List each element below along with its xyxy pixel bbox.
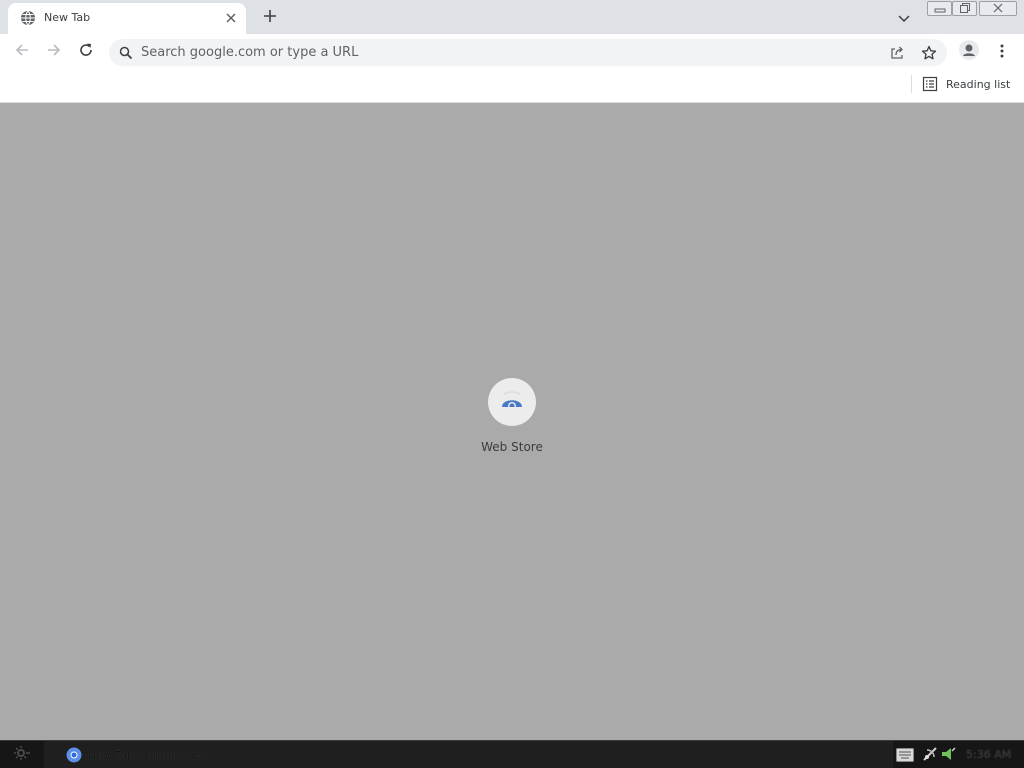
avatar-icon: [959, 40, 979, 64]
start-menu-button[interactable]: [0, 741, 44, 768]
close-window-button[interactable]: [979, 1, 1017, 16]
network-icon[interactable]: [921, 745, 939, 763]
arrow-right-icon: [46, 42, 62, 62]
forward-button[interactable]: [42, 40, 66, 64]
shortcut-icon-circle: [488, 378, 536, 426]
profile-button[interactable]: [957, 40, 981, 64]
search-icon: [119, 45, 133, 60]
system-tray: 5:36 AM: [893, 741, 1024, 768]
bookmark-star-icon[interactable]: [919, 43, 939, 63]
volume-icon[interactable]: [940, 745, 956, 763]
plus-icon: [263, 8, 277, 27]
tab-search-button[interactable]: [893, 7, 915, 27]
tab-new-tab[interactable]: New Tab: [8, 3, 246, 34]
clock: 5:36 AM: [966, 748, 1012, 761]
minimize-icon: [934, 0, 946, 18]
omnibox[interactable]: [109, 39, 947, 66]
taskbar-item-label: New Tab - Chromium: [88, 748, 203, 762]
kebab-menu-icon: [1000, 43, 1004, 62]
keyboard-icon[interactable]: [896, 747, 914, 762]
taskbar: New Tab - Chromium 5:36 AM: [0, 740, 1024, 768]
globe-icon: [20, 10, 36, 26]
arrow-left-icon: [14, 42, 30, 62]
new-tab-page: Web Store: [0, 103, 1024, 740]
web-store-icon: [499, 387, 525, 417]
bookmarks-bar: Reading list: [0, 70, 1024, 103]
new-tab-button[interactable]: [258, 6, 282, 28]
close-tab-icon[interactable]: [222, 9, 240, 27]
reading-list-label: Reading list: [946, 77, 1011, 91]
shortcut-label: Web Store: [481, 440, 543, 454]
reload-button[interactable]: [74, 40, 98, 64]
toolbar: [0, 34, 1024, 70]
minimize-window-button[interactable]: [927, 1, 952, 16]
share-icon[interactable]: [887, 43, 907, 63]
restore-icon: [959, 0, 971, 18]
back-button[interactable]: [10, 40, 34, 64]
bookmarks-separator: [911, 75, 912, 93]
tab-strip: New Tab: [0, 0, 1024, 34]
close-icon: [992, 0, 1004, 18]
chevron-down-icon: [898, 8, 910, 27]
reload-icon: [78, 42, 94, 62]
browser-menu-button[interactable]: [990, 40, 1014, 64]
shortcut-web-store[interactable]: Web Store: [471, 375, 553, 461]
maximize-window-button[interactable]: [952, 1, 977, 16]
address-input[interactable]: [141, 39, 861, 66]
gear-icon: [13, 744, 31, 766]
reading-list-button[interactable]: Reading list: [918, 73, 1014, 95]
chromium-icon: [66, 747, 82, 763]
reading-list-icon: [922, 76, 938, 92]
taskbar-item-chromium[interactable]: New Tab - Chromium: [62, 743, 206, 767]
tab-title: New Tab: [44, 11, 91, 24]
